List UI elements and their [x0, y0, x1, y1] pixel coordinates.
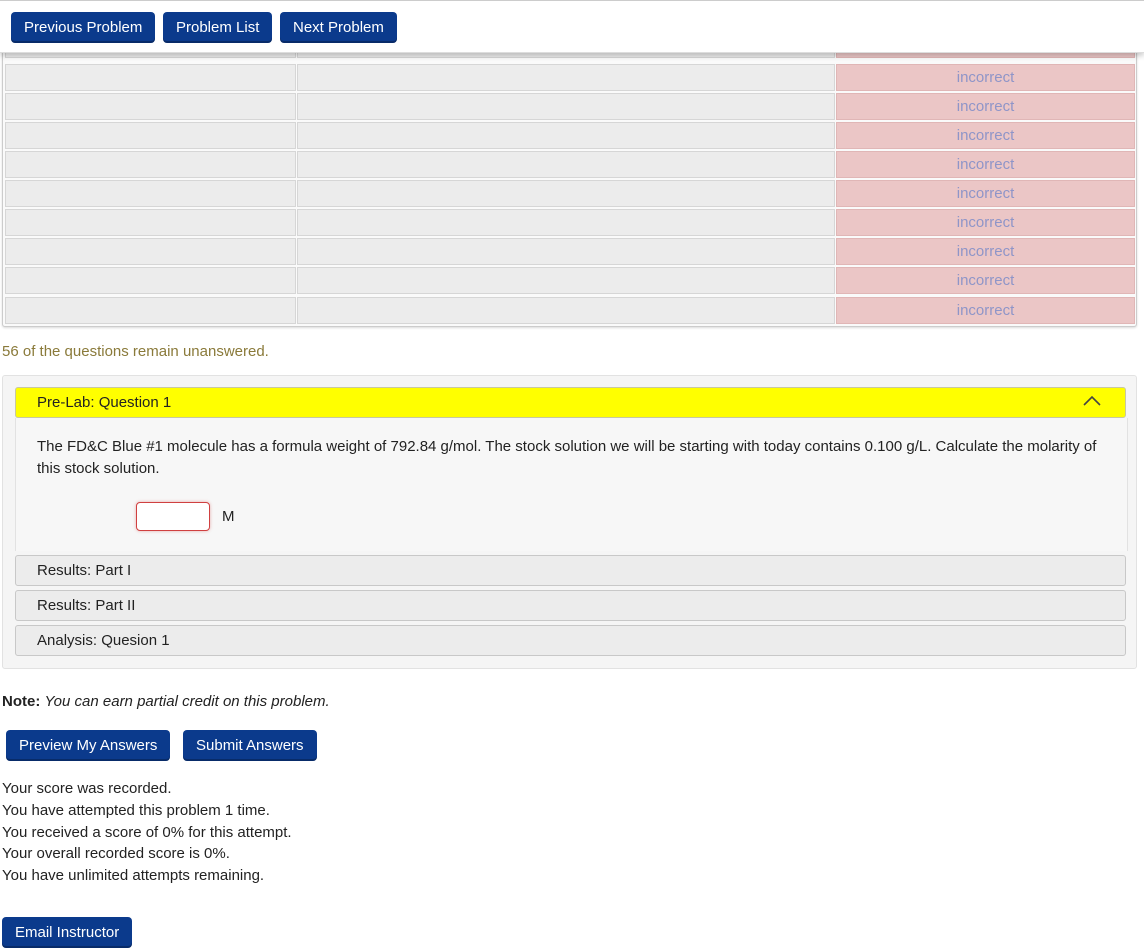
result-cell: incorrect [836, 267, 1135, 294]
entered-cell [5, 238, 296, 265]
table-row: incorrect [3, 64, 1136, 91]
submit-answers-button[interactable]: Submit Answers [183, 730, 317, 761]
result-cell: incorrect [836, 180, 1135, 207]
preview-cell [297, 267, 835, 294]
partial-credit-note: Note: You can earn partial credit on thi… [2, 693, 330, 710]
section-title: Pre-Lab: Question 1 [37, 394, 172, 411]
result-cell: incorrect [836, 297, 1135, 324]
entered-cell [5, 267, 296, 294]
section-title: Analysis: Quesion 1 [37, 632, 170, 649]
entered-cell [5, 122, 296, 149]
previous-problem-button[interactable]: Previous Problem [11, 12, 156, 43]
answer-unit: M [222, 508, 235, 525]
preview-cell [297, 122, 835, 149]
preview-answers-button[interactable]: Preview My Answers [6, 730, 171, 761]
question-text: The FD&C Blue #1 molecule has a formula … [37, 438, 1097, 477]
problem-nav-bar: Previous Problem Problem List Next Probl… [0, 0, 1144, 53]
result-cell: incorrect [836, 151, 1135, 178]
section-header-prelab[interactable]: Pre-Lab: Question 1 [15, 387, 1126, 418]
entered-cell [5, 93, 296, 120]
score-line: Your score was recorded. [2, 780, 172, 797]
unanswered-message: 56 of the questions remain unanswered. [2, 343, 269, 360]
note-label: Note: [2, 693, 41, 710]
preview-cell [297, 64, 835, 91]
entered-cell [5, 180, 296, 207]
preview-cell [297, 209, 835, 236]
section-header-results-part-1[interactable]: Results: Part I [15, 555, 1126, 586]
table-row: incorrect [3, 122, 1136, 149]
result-cell: incorrect [836, 209, 1135, 236]
table-row: incorrect [3, 93, 1136, 120]
entered-cell [5, 151, 296, 178]
table-row: incorrect [3, 238, 1136, 265]
score-line: You have unlimited attempts remaining. [2, 867, 265, 885]
table-row: incorrect [3, 297, 1136, 324]
score-line: Your overall recorded score is 0%. [2, 845, 230, 863]
preview-cell [297, 297, 835, 324]
email-instructor-button[interactable]: Email Instructor [2, 917, 133, 948]
problem-parts-accordion: Pre-Lab: Question 1 The FD&C Blue #1 mol… [2, 375, 1137, 669]
result-cell: incorrect [836, 93, 1135, 120]
section-header-results-part-2[interactable]: Results: Part II [15, 590, 1126, 621]
results-table: incorrect incorrect incorrect incorrect … [2, 34, 1137, 327]
entered-cell [5, 64, 296, 91]
result-cell: incorrect [836, 238, 1135, 265]
entered-cell [5, 209, 296, 236]
result-cell: incorrect [836, 122, 1135, 149]
problem-list-button[interactable]: Problem List [163, 12, 273, 43]
preview-cell [297, 93, 835, 120]
table-row: incorrect [3, 151, 1136, 178]
section-title: Results: Part I [37, 562, 132, 579]
preview-cell [297, 151, 835, 178]
note-text: You can earn partial credit on this prob… [44, 693, 330, 710]
score-line: You received a score of 0% for this atte… [2, 823, 292, 841]
table-row: incorrect [3, 180, 1136, 207]
table-row: incorrect [3, 209, 1136, 236]
entered-cell [5, 297, 296, 324]
preview-cell [297, 180, 835, 207]
chevron-up-icon[interactable] [1081, 392, 1103, 410]
section-header-analysis-1[interactable]: Analysis: Quesion 1 [15, 625, 1126, 656]
table-row: incorrect [3, 267, 1136, 294]
answer-input[interactable] [136, 502, 210, 531]
score-summary: Your score was recorded. You have attemp… [2, 778, 292, 887]
section-title: Results: Part II [37, 597, 136, 614]
next-problem-button[interactable]: Next Problem [280, 12, 397, 43]
result-cell: incorrect [836, 64, 1135, 91]
section-body-prelab: The FD&C Blue #1 molecule has a formula … [15, 418, 1128, 551]
preview-cell [297, 238, 835, 265]
score-line: You have attempted this problem 1 time. [2, 801, 270, 819]
